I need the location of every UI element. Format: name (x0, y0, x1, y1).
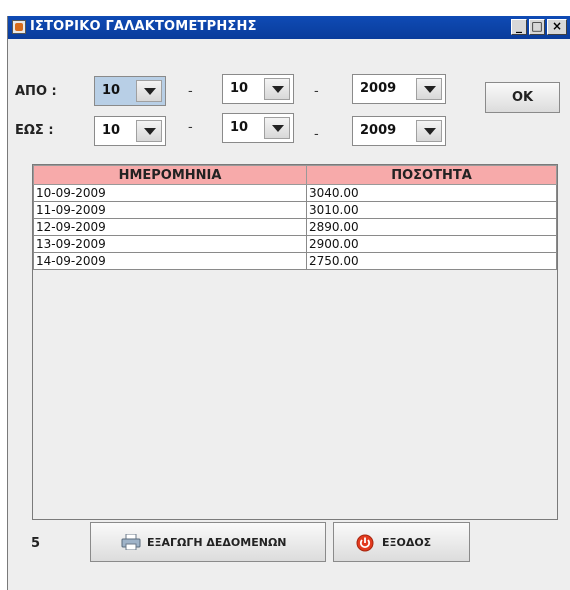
window-title: ΙΣΤΟΡΙΚΟ ΓΑΛΑΚΤΟΜΕΤΡΗΣΗΣ (30, 19, 257, 34)
date-separator: - (188, 84, 193, 99)
java-app-icon (12, 20, 26, 34)
table-row[interactable]: 14-09-2009 2750.00 (33, 252, 557, 270)
measurements-table: ΗΜΕΡΟΜΗΝΙΑ ΠΟΣΟΤΗΤΑ 10-09-2009 3040.00 1… (33, 165, 557, 270)
cell-date[interactable]: 13-09-2009 (33, 235, 307, 253)
chevron-down-icon[interactable] (136, 120, 162, 142)
column-header-quantity[interactable]: ΠΟΣΟΤΗΤΑ (306, 165, 557, 185)
cell-date[interactable]: 10-09-2009 (33, 184, 307, 202)
date-separator: - (188, 120, 193, 135)
from-day-select[interactable]: 10 (94, 76, 166, 106)
close-button[interactable]: × (547, 19, 567, 35)
history-window: ΙΣΤΟΡΙΚΟ ΓΑΛΑΚΤΟΜΕΤΡΗΣΗΣ _ □ × ΑΠΟ : 10 … (7, 16, 570, 590)
exit-button[interactable]: ΕΞΟΔΟΣ (333, 522, 470, 562)
power-icon (356, 534, 374, 552)
maximize-button[interactable]: □ (529, 19, 545, 35)
cell-quantity[interactable]: 2750.00 (306, 252, 557, 270)
column-header-date[interactable]: ΗΜΕΡΟΜΗΝΙΑ (33, 165, 307, 185)
to-month-select[interactable]: 10 (222, 113, 294, 143)
from-month-select[interactable]: 10 (222, 74, 294, 104)
table-row[interactable]: 13-09-2009 2900.00 (33, 235, 557, 253)
printer-icon (121, 534, 141, 550)
from-label: ΑΠΟ : (15, 84, 57, 99)
chevron-down-icon[interactable] (136, 80, 162, 102)
table-row[interactable]: 11-09-2009 3010.00 (33, 201, 557, 219)
date-separator: - (314, 84, 319, 99)
chevron-down-icon[interactable] (264, 78, 290, 100)
date-separator: - (314, 127, 319, 142)
export-label: ΕΞΑΓΩΓΗ ΔΕΔΟΜΕΝΩΝ (147, 536, 287, 549)
exit-label: ΕΞΟΔΟΣ (382, 536, 432, 549)
cell-quantity[interactable]: 2890.00 (306, 218, 557, 236)
title-bar[interactable]: ΙΣΤΟΡΙΚΟ ΓΑΛΑΚΤΟΜΕΤΡΗΣΗΣ _ □ × (8, 16, 570, 39)
from-year-select[interactable]: 2009 (352, 74, 446, 104)
chevron-down-icon[interactable] (264, 117, 290, 139)
to-year-select[interactable]: 2009 (352, 116, 446, 146)
ok-button[interactable]: OK (485, 82, 560, 113)
table-header-row: ΗΜΕΡΟΜΗΝΙΑ ΠΟΣΟΤΗΤΑ (33, 165, 557, 185)
table-row[interactable]: 10-09-2009 3040.00 (33, 184, 557, 202)
chevron-down-icon[interactable] (416, 78, 442, 100)
cell-quantity[interactable]: 2900.00 (306, 235, 557, 253)
cell-quantity[interactable]: 3010.00 (306, 201, 557, 219)
cell-date[interactable]: 14-09-2009 (33, 252, 307, 270)
to-label: ΕΩΣ : (15, 123, 54, 138)
data-table-panel[interactable]: ΗΜΕΡΟΜΗΝΙΑ ΠΟΣΟΤΗΤΑ 10-09-2009 3040.00 1… (32, 164, 558, 520)
table-row[interactable]: 12-09-2009 2890.00 (33, 218, 557, 236)
cell-quantity[interactable]: 3040.00 (306, 184, 557, 202)
cell-date[interactable]: 12-09-2009 (33, 218, 307, 236)
chevron-down-icon[interactable] (416, 120, 442, 142)
to-day-select[interactable]: 10 (94, 116, 166, 146)
row-count: 5 (31, 536, 41, 551)
export-data-button[interactable]: ΕΞΑΓΩΓΗ ΔΕΔΟΜΕΝΩΝ (90, 522, 326, 562)
minimize-button[interactable]: _ (511, 19, 527, 35)
cell-date[interactable]: 11-09-2009 (33, 201, 307, 219)
